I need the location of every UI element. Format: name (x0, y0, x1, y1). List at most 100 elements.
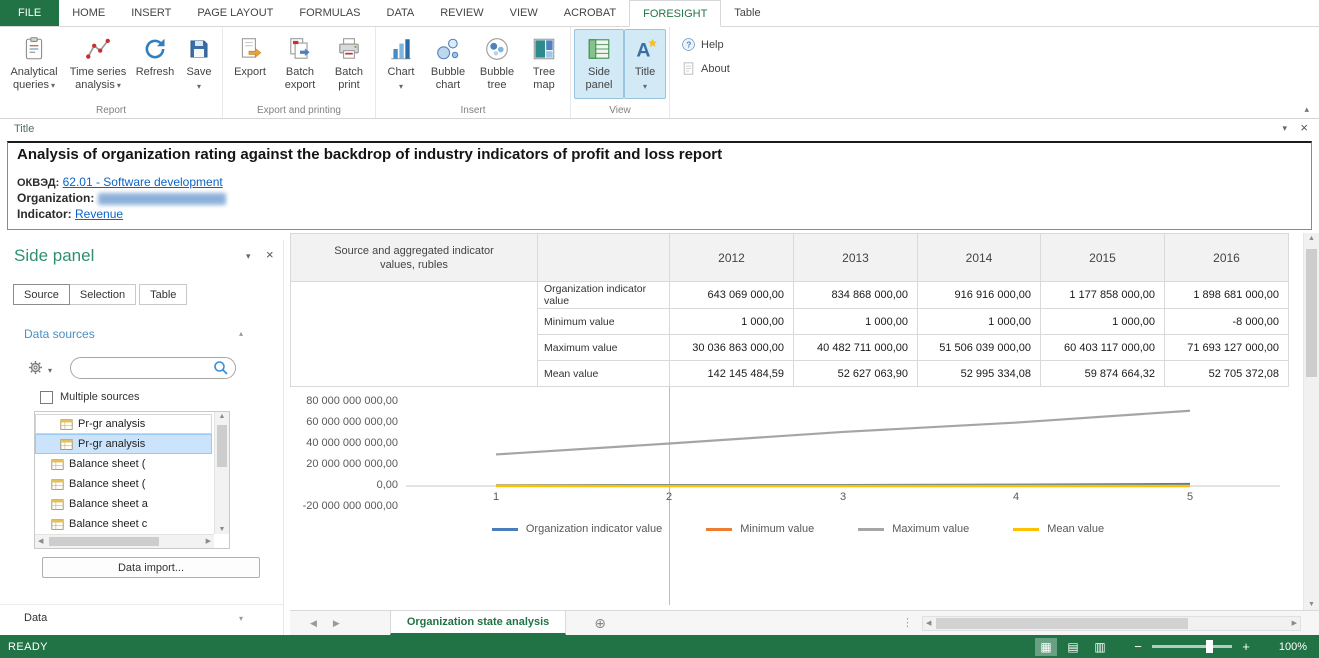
tree-item[interactable]: Balance sheet a (35, 494, 214, 514)
sheet-nav-right-icon[interactable]: ▶ (333, 618, 340, 629)
tab-formulas[interactable]: FORMULAS (286, 0, 373, 26)
tab-file[interactable]: FILE (0, 0, 59, 26)
zoom-out-button[interactable]: − (1131, 639, 1145, 654)
column-header-year[interactable]: 2012 (670, 234, 794, 282)
add-sheet-icon[interactable]: ⊕ (594, 615, 606, 632)
table-cell[interactable]: 30 036 863 000,00 (670, 335, 794, 361)
column-header-year[interactable]: 2014 (918, 234, 1041, 282)
tab-selection[interactable]: Selection (69, 284, 136, 305)
legend-item[interactable]: Maximum value (858, 523, 969, 535)
tree-map-button[interactable]: Tree map (521, 29, 567, 99)
table-cell[interactable]: 52 995 334,08 (918, 361, 1041, 387)
table-cell[interactable]: 40 482 711 000,00 (794, 335, 918, 361)
tab-view[interactable]: VIEW (497, 0, 551, 26)
search-input[interactable] (70, 357, 236, 379)
tab-source[interactable]: Source (13, 284, 70, 305)
about-button[interactable]: About (677, 59, 734, 78)
table-cell[interactable]: 60 403 117 000,00 (1041, 335, 1165, 361)
tree-item[interactable]: Balance sheet ( (35, 454, 214, 474)
tree-horizontal-scrollbar[interactable]: ◀▶ (35, 534, 214, 548)
table-cell[interactable]: -8 000,00 (1165, 309, 1289, 335)
okved-link[interactable]: 62.01 - Software development (63, 175, 223, 189)
title-pane-close-icon[interactable]: × (1300, 121, 1308, 135)
data-sources-section-header[interactable]: Data sources ▴ (0, 324, 283, 346)
tree-item[interactable]: Balance sheet c (35, 514, 214, 534)
side-panel-toggle-button[interactable]: Side panel (574, 29, 624, 99)
row-label[interactable]: Minimum value (538, 309, 670, 335)
tree-item[interactable]: Pr-gr analysis (35, 414, 212, 434)
table-cell[interactable]: 643 069 000,00 (670, 282, 794, 309)
table-cell[interactable]: 71 693 127 000,00 (1165, 335, 1289, 361)
horizontal-scrollbar[interactable]: ◀▶ (922, 616, 1301, 631)
table-header-empty[interactable] (538, 234, 670, 282)
indicator-link[interactable]: Revenue (75, 207, 123, 221)
table-cell[interactable]: 1 000,00 (1041, 309, 1165, 335)
tab-table-sp[interactable]: Table (139, 284, 187, 305)
legend-item[interactable]: Mean value (1013, 523, 1104, 535)
bubble-chart-button[interactable]: Bubble chart (423, 29, 473, 99)
tree-vertical-scrollbar[interactable]: ▲▼ (214, 412, 229, 534)
table-cell[interactable]: 1 000,00 (794, 309, 918, 335)
table-cell[interactable]: 52 705 372,08 (1165, 361, 1289, 387)
chart-plot[interactable] (402, 388, 1292, 520)
table-cell[interactable]: 1 000,00 (918, 309, 1041, 335)
analytical-queries-button[interactable]: Analytical queries▾ (3, 29, 65, 99)
table-cell[interactable]: 59 874 664,32 (1041, 361, 1165, 387)
row-label[interactable]: Organization indicator value (538, 282, 670, 309)
tab-page-layout[interactable]: PAGE LAYOUT (184, 0, 286, 26)
row-label[interactable]: Mean value (538, 361, 670, 387)
indicator-line-chart[interactable]: 80 000 000 000,00 60 000 000 000,00 40 0… (292, 388, 1304, 560)
table-cell[interactable]: 51 506 039 000,00 (918, 335, 1041, 361)
page-break-view-button[interactable]: ▥ (1089, 638, 1111, 656)
time-series-analysis-button[interactable]: Time series analysis▾ (65, 29, 131, 99)
page-layout-view-button[interactable]: ▤ (1062, 638, 1084, 656)
table-cell[interactable]: 52 627 063,90 (794, 361, 918, 387)
batch-print-button[interactable]: Batch print (326, 29, 372, 99)
sheet-tab-active[interactable]: Organization state analysis (390, 611, 566, 635)
export-button[interactable]: Export (226, 29, 274, 99)
normal-view-button[interactable]: ▦ (1035, 638, 1057, 656)
title-toggle-button[interactable]: A Title▾ (624, 29, 666, 99)
tab-data[interactable]: DATA (374, 0, 428, 26)
tab-insert[interactable]: INSERT (118, 0, 184, 26)
zoom-level[interactable]: 100% (1261, 641, 1307, 653)
refresh-button[interactable]: Refresh (131, 29, 179, 99)
data-section-header[interactable]: Data ▾ (0, 604, 283, 630)
chart-button[interactable]: Chart▾ (379, 29, 423, 99)
data-import-button[interactable]: Data import... (42, 557, 260, 578)
chevron-down-icon[interactable]: ▾ (239, 614, 243, 623)
tab-review[interactable]: REVIEW (427, 0, 496, 26)
table-cell[interactable]: 1 000,00 (670, 309, 794, 335)
legend-item[interactable]: Organization indicator value (492, 523, 662, 535)
chevron-up-icon[interactable]: ▴ (239, 329, 243, 338)
source-settings-button[interactable]: ▾ (28, 360, 52, 380)
zoom-slider-thumb[interactable] (1206, 640, 1213, 653)
row-label[interactable]: Maximum value (538, 335, 670, 361)
save-button[interactable]: Save▾ (179, 29, 219, 99)
table-cell[interactable]: 916 916 000,00 (918, 282, 1041, 309)
vertical-scrollbar[interactable]: ▲ ▼ (1303, 233, 1319, 610)
table-cell[interactable]: 1 898 681 000,00 (1165, 282, 1289, 309)
table-cell[interactable]: 834 868 000,00 (794, 282, 918, 309)
tree-item-selected[interactable]: Pr-gr analysis (35, 434, 212, 454)
search-icon[interactable] (213, 360, 229, 381)
tab-acrobat[interactable]: ACROBAT (551, 0, 629, 26)
column-header-year[interactable]: 2015 (1041, 234, 1165, 282)
table-left-gutter[interactable] (291, 282, 538, 387)
table-cell[interactable]: 1 177 858 000,00 (1041, 282, 1165, 309)
sheet-nav-left-icon[interactable]: ◀ (310, 618, 317, 629)
collapse-ribbon-icon[interactable]: ▴ (1304, 104, 1309, 115)
zoom-in-button[interactable]: + (1239, 639, 1253, 654)
table-cell[interactable]: 142 145 484,59 (670, 361, 794, 387)
multiple-sources-checkbox[interactable] (40, 391, 53, 404)
help-button[interactable]: ? Help (677, 35, 734, 54)
table-corner-header[interactable]: Source and aggregated indicator values, … (291, 234, 538, 282)
zoom-slider[interactable] (1152, 645, 1232, 648)
tab-table[interactable]: Table (721, 0, 773, 26)
legend-item[interactable]: Minimum value (706, 523, 814, 535)
tab-foresight[interactable]: FORESIGHT (629, 0, 721, 27)
side-panel-close-icon[interactable]: × (266, 247, 274, 262)
tab-home[interactable]: HOME (59, 0, 118, 26)
column-header-year[interactable]: 2013 (794, 234, 918, 282)
column-header-year[interactable]: 2016 (1165, 234, 1289, 282)
